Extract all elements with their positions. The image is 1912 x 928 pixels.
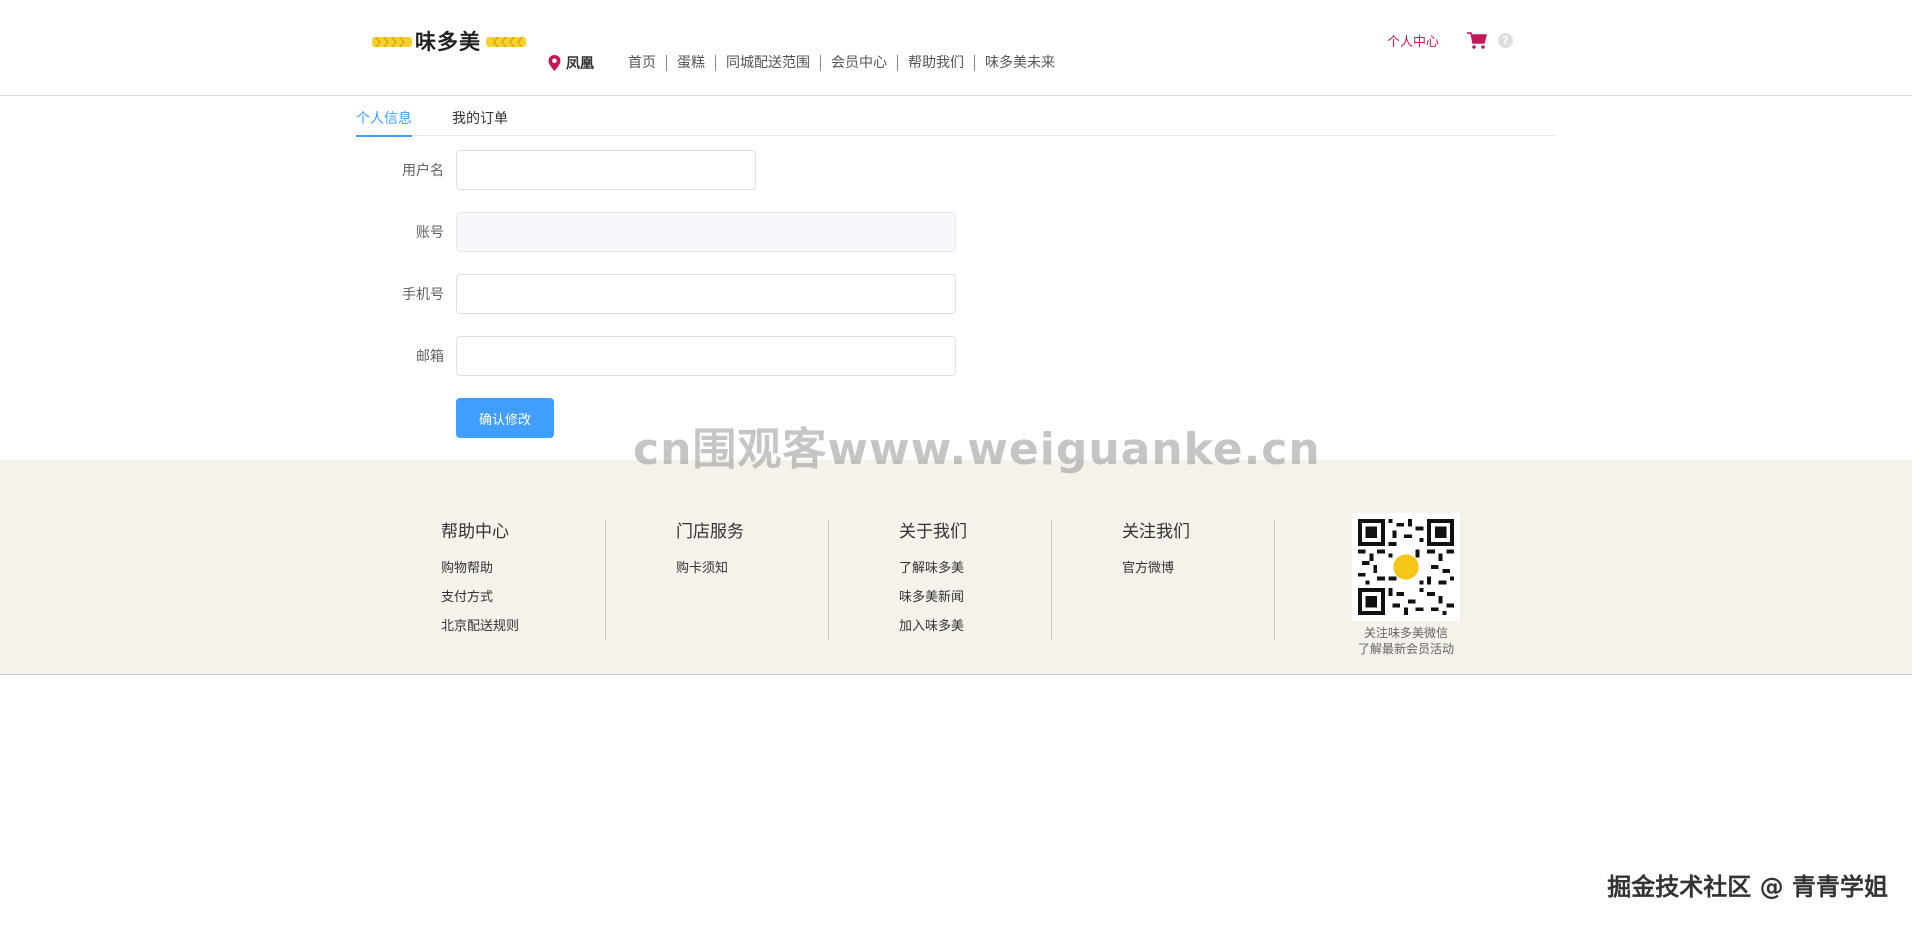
nav-cakes[interactable]: 蛋糕 [666, 55, 715, 71]
email-label: 邮箱 [416, 349, 444, 365]
footer-link-shopping-help[interactable]: 购物帮助 [441, 554, 519, 583]
phone-label: 手机号 [402, 287, 444, 303]
account-row: 账号 [356, 212, 1056, 252]
site-footer: 帮助中心 购物帮助 支付方式 北京配送规则 门店服务 购卡须知 关于我们 了解味… [0, 460, 1912, 675]
tab-personal-info[interactable]: 个人信息 [356, 98, 412, 137]
nav-future[interactable]: 味多美未来 [974, 55, 1065, 71]
logo-text: 味多美 [415, 30, 481, 54]
username-label: 用户名 [402, 163, 444, 179]
footer-link-about[interactable]: 了解味多美 [899, 554, 967, 583]
username-input[interactable] [456, 150, 756, 190]
username-row: 用户名 [356, 150, 1056, 190]
account-input [456, 212, 956, 252]
qr-caption-line1: 关注味多美微信 [1363, 626, 1448, 640]
location-selector[interactable]: 凤凰 [548, 54, 594, 72]
main-nav: 首页 蛋糕 同城配送范围 会员中心 帮助我们 味多美未来 [628, 54, 1065, 72]
footer-link-delivery-rules[interactable]: 北京配送规则 [441, 612, 519, 641]
nav-help-us[interactable]: 帮助我们 [897, 55, 974, 71]
site-logo[interactable]: 味多美 [372, 28, 526, 56]
attribution-text: 掘金技术社区 @ 青青学姐 [1607, 873, 1888, 901]
email-row: 邮箱 [356, 336, 1056, 376]
qr-code-icon [1358, 519, 1454, 615]
location-label: 凤凰 [566, 56, 594, 72]
footer-link-card-notice[interactable]: 购卡须知 [676, 554, 744, 583]
location-pin-icon [548, 55, 561, 71]
footer-divider [605, 520, 606, 640]
account-label: 账号 [416, 225, 444, 241]
footer-col-follow: 关注我们 官方微博 [1122, 520, 1190, 640]
wheat-left-icon [372, 36, 412, 48]
footer-link-weibo[interactable]: 官方微博 [1122, 554, 1190, 583]
footer-col-title: 关于我们 [899, 522, 967, 542]
wheat-right-icon [486, 36, 526, 48]
qr-caption-line2: 了解最新会员活动 [1357, 642, 1454, 656]
qr-caption: 关注味多美微信 了解最新会员活动 [1320, 625, 1492, 657]
watermark-text: cn围观客www.weiguanke.cn [633, 424, 1321, 475]
confirm-edit-button[interactable]: 确认修改 [456, 398, 554, 438]
phone-row: 手机号 [356, 274, 1056, 314]
footer-col-store: 门店服务 购卡须知 [676, 520, 744, 640]
cart-icon[interactable] [1467, 32, 1487, 50]
help-icon[interactable]: ? [1498, 33, 1513, 48]
footer-link-payment[interactable]: 支付方式 [441, 583, 519, 612]
tab-my-orders[interactable]: 我的订单 [452, 98, 508, 136]
site-header: 味多美 凤凰 首页 蛋糕 同城配送范围 会员中心 帮助我们 味多美未来 个人中心… [0, 0, 1912, 96]
wechat-qr-code [1352, 513, 1460, 621]
footer-link-news[interactable]: 味多美新闻 [899, 583, 967, 612]
footer-col-title: 门店服务 [676, 522, 744, 542]
footer-divider [1051, 520, 1052, 640]
phone-input[interactable] [456, 274, 956, 314]
footer-link-join[interactable]: 加入味多美 [899, 612, 967, 641]
footer-col-about: 关于我们 了解味多美 味多美新闻 加入味多美 [899, 520, 967, 640]
nav-home[interactable]: 首页 [628, 55, 666, 71]
nav-member-center[interactable]: 会员中心 [820, 55, 897, 71]
nav-delivery-range[interactable]: 同城配送范围 [715, 55, 820, 71]
email-input[interactable] [456, 336, 956, 376]
footer-col-title: 帮助中心 [441, 522, 509, 542]
footer-col-help: 帮助中心 购物帮助 支付方式 北京配送规则 [441, 520, 519, 640]
personal-center-link[interactable]: 个人中心 [1387, 35, 1439, 51]
footer-col-title: 关注我们 [1122, 522, 1190, 542]
profile-tabs: 个人信息 我的订单 [356, 98, 1556, 137]
footer-divider [1274, 520, 1275, 640]
footer-divider [828, 520, 829, 640]
